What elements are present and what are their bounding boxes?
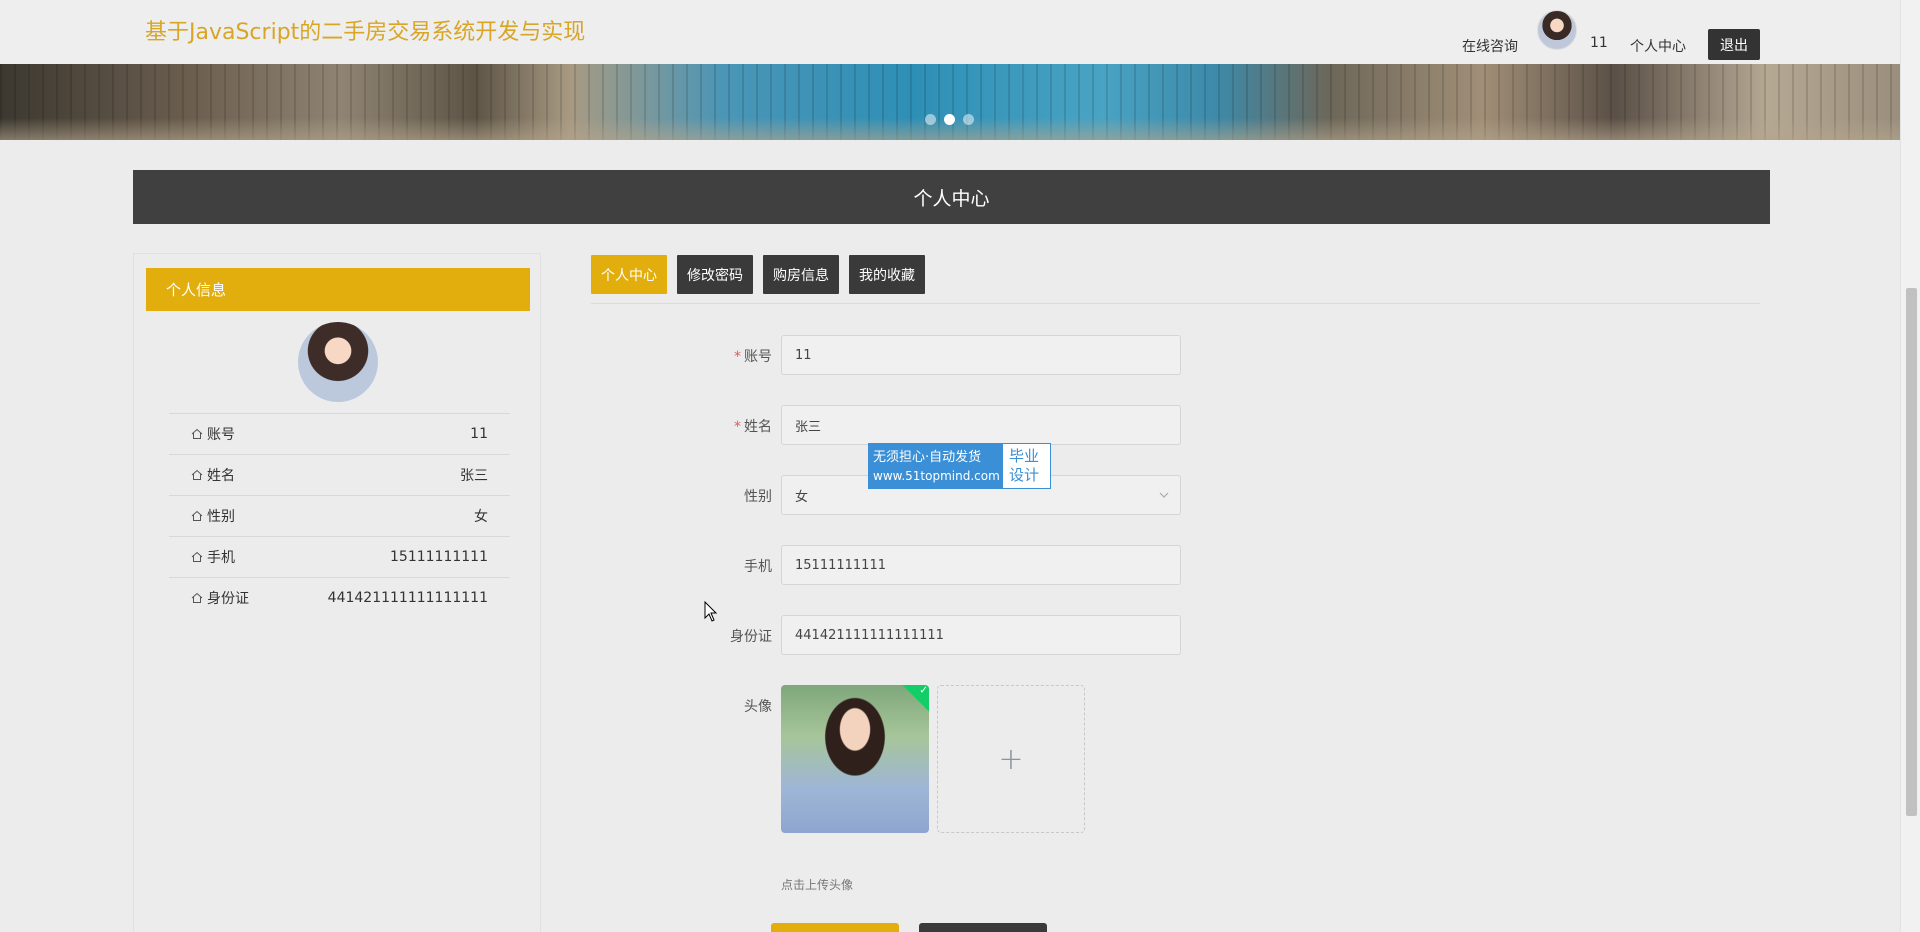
required-mark: * <box>734 419 741 435</box>
reset-button[interactable] <box>919 923 1047 932</box>
account-field[interactable]: 11 <box>781 335 1181 375</box>
info-row-name: 姓名 张三 <box>169 454 510 495</box>
info-row-gender: 性别 女 <box>169 495 510 536</box>
chevron-down-icon <box>1158 489 1170 505</box>
carousel-dot[interactable] <box>925 114 936 125</box>
personal-center-link[interactable]: 个人中心 <box>1630 36 1686 56</box>
mouse-cursor-icon <box>704 600 718 627</box>
banner-carousel[interactable] <box>0 64 1900 140</box>
carousel-dot-active[interactable] <box>944 114 955 125</box>
tab-purchase-info[interactable]: 购房信息 <box>763 255 839 294</box>
info-row-account: 账号 11 <box>169 413 510 454</box>
tab-personal-center[interactable]: 个人中心 <box>591 255 667 294</box>
save-button[interactable] <box>771 923 899 932</box>
info-list: 账号 11 姓名 张三 性别 女 手机 15111111111 身份证 4414… <box>169 413 510 618</box>
id-card-label: 身份证 <box>730 629 772 645</box>
info-value: 张三 <box>460 468 488 484</box>
info-row-id-card: 身份证 441421111111111111 <box>169 577 510 618</box>
nav-username: 11 <box>1590 35 1608 51</box>
watermark-right1: 毕业 <box>1009 447 1040 465</box>
tab-my-favorites[interactable]: 我的收藏 <box>849 255 925 294</box>
gender-label: 性别 <box>744 489 772 505</box>
carousel-dot[interactable] <box>963 114 974 125</box>
home-icon <box>191 551 203 563</box>
profile-avatar <box>298 322 378 402</box>
scrollbar-thumb[interactable] <box>1906 288 1917 816</box>
gender-value: 女 <box>795 489 809 505</box>
info-value: 女 <box>474 509 488 525</box>
page-scrollbar[interactable] <box>1900 0 1920 932</box>
info-label: 账号 <box>207 427 235 443</box>
info-label: 姓名 <box>207 468 235 484</box>
watermark-url: www.51topmind.com <box>873 469 1000 483</box>
name-label: * 姓名 <box>734 419 772 435</box>
avatar-label: 头像 <box>744 699 772 715</box>
phone-field[interactable]: 15111111111 <box>781 545 1181 585</box>
watermark-line1: 无须担心·自动发货 <box>873 450 982 465</box>
name-field[interactable]: 张三 <box>781 405 1181 445</box>
upload-success-badge: ✓ <box>901 685 929 712</box>
profile-tabs: 个人中心 修改密码 购房信息 我的收藏 <box>591 255 925 294</box>
tab-change-password[interactable]: 修改密码 <box>677 255 753 294</box>
home-icon <box>191 592 203 604</box>
phone-label: 手机 <box>744 559 772 575</box>
id-card-field[interactable]: 441421111111111111 <box>781 615 1181 655</box>
avatar-preview[interactable]: ✓ <box>781 685 929 833</box>
home-icon <box>191 428 203 440</box>
top-navbar: 基于JavaScript的二手房交易系统开发与实现 在线咨询 11 个人中心 退… <box>0 0 1900 64</box>
info-value: 441421111111111111 <box>327 590 488 606</box>
online-consult-link[interactable]: 在线咨询 <box>1462 36 1518 56</box>
info-value: 15111111111 <box>390 549 488 565</box>
site-title[interactable]: 基于JavaScript的二手房交易系统开发与实现 <box>145 14 585 46</box>
watermark-badge: 无须担心·自动发货 www.51topmind.com 毕业 设计 <box>868 443 1051 489</box>
home-icon <box>191 510 203 522</box>
required-mark: * <box>734 349 741 365</box>
avatar-upload-button[interactable]: + <box>937 685 1085 833</box>
account-label: * 账号 <box>734 349 772 365</box>
check-icon: ✓ <box>919 685 929 697</box>
user-avatar[interactable] <box>1537 10 1577 50</box>
info-value: 11 <box>470 426 488 442</box>
watermark-right2: 设计 <box>1009 466 1040 484</box>
info-label: 身份证 <box>207 591 249 607</box>
info-row-phone: 手机 15111111111 <box>169 536 510 577</box>
logout-button[interactable]: 退出 <box>1708 29 1760 60</box>
tabs-divider <box>591 303 1760 304</box>
section-heading: 个人中心 <box>133 170 1770 224</box>
home-icon <box>191 469 203 481</box>
profile-info-panel: 个人信息 账号 11 姓名 张三 性别 女 手机 15111111111 身份证… <box>133 253 541 932</box>
upload-hint: 点击上传头像 <box>781 878 854 892</box>
panel-header: 个人信息 <box>146 268 530 311</box>
info-label: 手机 <box>207 550 235 566</box>
carousel-indicators <box>925 114 974 125</box>
info-label: 性别 <box>207 509 235 525</box>
plus-icon: + <box>998 741 1024 777</box>
